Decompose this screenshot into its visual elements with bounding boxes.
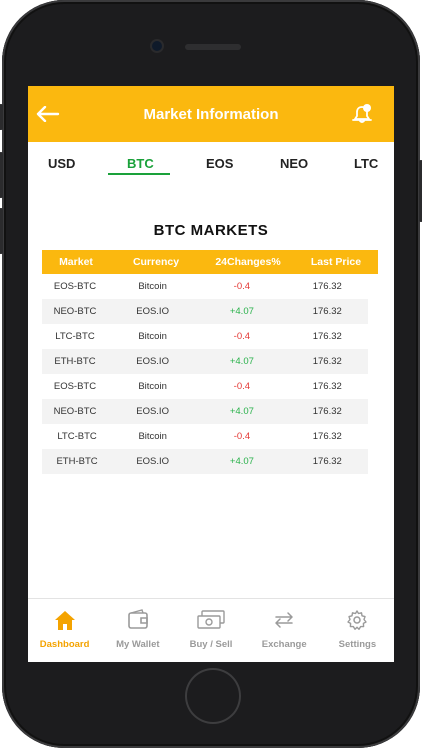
front-camera [152, 41, 162, 51]
market-cell: LTC-BTC [55, 331, 95, 342]
back-arrow-icon[interactable] [36, 106, 60, 122]
column-header-last-price: Last Price [310, 256, 362, 268]
nav-item-my-wallet[interactable]: My Wallet [101, 599, 174, 662]
currency-cell: Bitcoin [138, 281, 167, 292]
change-cell: -0.4 [233, 381, 251, 392]
change-cell: -0.4 [233, 281, 251, 292]
table-row[interactable]: EOS-BTC Bitcoin -0.4 176.32 [42, 274, 368, 299]
price-cell: 176.32 [312, 406, 342, 417]
currency-cell: Bitcoin [138, 331, 167, 342]
tab-ltc[interactable]: LTC [354, 156, 378, 171]
home-icon [54, 611, 75, 630]
wallet-icon [127, 609, 148, 629]
currency-cell: Bitcoin [138, 381, 167, 392]
active-tab-indicator [108, 173, 170, 175]
currency-cell: EOS.IO [136, 356, 169, 367]
change-cell: +4.07 [229, 406, 254, 417]
mute-switch [0, 104, 3, 130]
app-header: Market Information [28, 86, 394, 142]
price-cell: 176.32 [312, 306, 342, 317]
column-header-change: 24Changes% [215, 256, 281, 268]
nav-label-dashboard: Dashboard [39, 639, 90, 650]
price-cell: 176.32 [312, 281, 342, 292]
tab-neo[interactable]: NEO [280, 156, 308, 171]
price-cell: 176.32 [312, 431, 342, 442]
market-cell: ETH-BTC [54, 356, 96, 367]
tab-btc[interactable]: BTC [127, 156, 154, 171]
section-title: BTC MARKETS [153, 222, 269, 239]
change-cell: +4.07 [229, 356, 254, 367]
tab-usd[interactable]: USD [48, 156, 75, 171]
currency-cell: EOS.IO [136, 406, 169, 417]
table-row[interactable]: LTC-BTC Bitcoin -0.4 176.32 [42, 324, 368, 349]
gear-icon [347, 610, 368, 630]
change-cell: -0.4 [233, 431, 251, 442]
market-cell: LTC-BTC [57, 431, 97, 442]
table-row[interactable]: NEO-BTC EOS.IO +4.07 176.32 [42, 299, 368, 324]
nav-label-buy-sell: Buy / Sell [189, 639, 233, 650]
volume-down-button [0, 208, 3, 254]
nav-item-buy-sell[interactable]: Buy / Sell [174, 599, 247, 662]
table-row[interactable]: ETH-BTC EOS.IO +4.07 176.32 [42, 449, 368, 474]
bottom-navigation: Dashboard My Wallet Buy / Sell Exchange … [28, 598, 394, 662]
currency-cell: Bitcoin [138, 431, 167, 442]
nav-item-settings[interactable]: Settings [321, 599, 394, 662]
market-table: Market Currency 24Changes% Last Price EO… [42, 250, 378, 474]
currency-cell: EOS.IO [136, 306, 169, 317]
tab-eos[interactable]: EOS [206, 156, 233, 171]
currency-tabs: USD BTC EOS NEO LTC [28, 152, 394, 178]
price-cell: 176.32 [312, 381, 342, 392]
market-cell: ETH-BTC [56, 456, 98, 467]
exchange-icon [275, 612, 293, 628]
notification-bell-icon[interactable] [350, 102, 374, 126]
market-cell: NEO-BTC [53, 306, 97, 317]
money-icon [197, 610, 225, 629]
page-title: Market Information [143, 105, 279, 123]
price-cell: 176.32 [312, 456, 342, 467]
change-cell: -0.4 [233, 331, 251, 342]
column-header-market: Market [59, 256, 93, 268]
price-cell: 176.32 [312, 356, 342, 367]
column-header-currency: Currency [132, 256, 180, 268]
table-row[interactable]: NEO-BTC EOS.IO +4.07 176.32 [42, 399, 368, 424]
market-cell: EOS-BTC [53, 281, 97, 292]
currency-cell: EOS.IO [136, 456, 170, 467]
price-cell: 176.32 [312, 331, 342, 342]
table-row[interactable]: LTC-BTC Bitcoin -0.4 176.32 [42, 424, 368, 449]
nav-label-settings: Settings [338, 639, 377, 650]
nav-item-exchange[interactable]: Exchange [248, 599, 321, 662]
table-header: Market Currency 24Changes% Last Price [42, 250, 378, 274]
nav-label-exchange: Exchange [261, 639, 307, 650]
market-cell: NEO-BTC [53, 406, 97, 417]
change-cell: +4.07 [229, 306, 254, 317]
earpiece-speaker [185, 44, 241, 50]
change-cell: +4.07 [229, 456, 254, 467]
table-row[interactable]: EOS-BTC Bitcoin -0.4 176.32 [42, 374, 368, 399]
volume-up-button [0, 152, 3, 198]
nav-label-my-wallet: My Wallet [116, 639, 160, 650]
app-screen: Market Information USD BTC EOS NEO LTC B… [28, 86, 394, 662]
home-button [185, 668, 241, 724]
table-row[interactable]: ETH-BTC EOS.IO +4.07 176.32 [42, 349, 368, 374]
nav-item-dashboard[interactable]: Dashboard [28, 599, 101, 662]
market-cell: EOS-BTC [53, 381, 97, 392]
